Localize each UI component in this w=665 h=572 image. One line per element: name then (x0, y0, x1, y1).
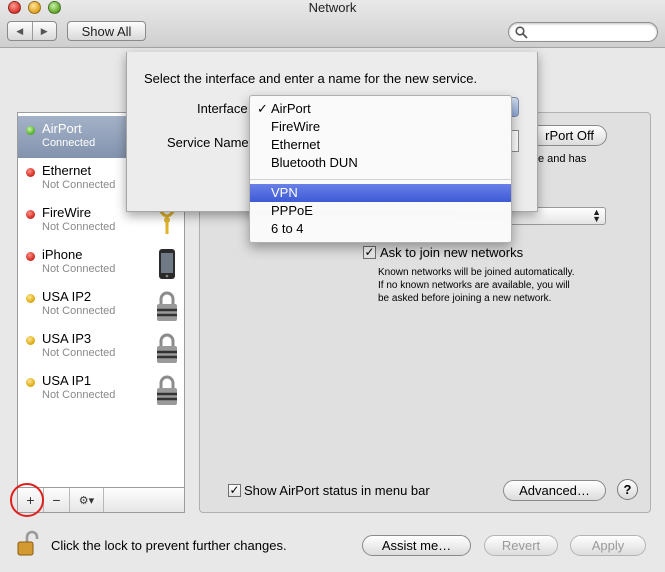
service-item-usa-ip2[interactable]: USA IP2 Not Connected (18, 284, 184, 326)
ask-join-desc-2: If no known networks are available, you … (378, 280, 570, 291)
help-button[interactable]: ? (617, 479, 638, 500)
show-all-button[interactable]: Show All (67, 21, 146, 41)
ask-join-checkbox[interactable]: ✓ (363, 246, 376, 259)
assist-me-button[interactable]: Assist me… (362, 535, 471, 556)
service-status: Not Connected (42, 179, 116, 191)
menu-item-label: AirPort (271, 101, 311, 116)
service-status: Connected (42, 137, 96, 149)
annotation-circle (10, 483, 44, 517)
menu-item-6to4[interactable]: 6 to 4 (250, 220, 511, 238)
service-name: USA IP2 (42, 289, 92, 304)
remove-service-button[interactable]: − (44, 488, 70, 512)
status-dot-icon (26, 294, 35, 303)
show-status-checkbox[interactable]: ✓ (228, 484, 241, 497)
iphone-icon (159, 249, 175, 279)
service-status: Not Connected (42, 305, 116, 317)
service-status: Not Connected (42, 389, 116, 401)
search-icon (515, 26, 528, 39)
advanced-button[interactable]: Advanced… (503, 480, 606, 501)
back-forward-control[interactable]: ◀ ▶ (7, 21, 57, 41)
status-dot-icon (26, 252, 35, 261)
service-item-usa-ip3[interactable]: USA IP3 Not Connected (18, 326, 184, 368)
service-item-iphone[interactable]: iPhone Not Connected (18, 242, 184, 284)
vpn-lock-icon (157, 291, 177, 321)
service-item-usa-ip1[interactable]: USA IP1 Not Connected (18, 368, 184, 410)
service-name: USA IP1 (42, 373, 92, 388)
service-name: iPhone (42, 247, 83, 262)
back-arrow-icon[interactable]: ◀ (8, 22, 33, 40)
service-name: Ethernet (42, 163, 92, 178)
menu-item-bluetooth-dun[interactable]: Bluetooth DUN (250, 154, 511, 172)
interface-menu: ✓ AirPort FireWire Ethernet Bluetooth DU… (249, 95, 512, 243)
window-toolbar: Network ◀ ▶ Show All (0, 0, 665, 48)
checkmark-icon: ✓ (257, 101, 268, 116)
apply-button[interactable]: Apply (570, 535, 646, 556)
unlocked-padlock-icon[interactable] (15, 530, 41, 556)
service-name: USA IP3 (42, 331, 92, 346)
stepper-arrows-icon: ▲ ▼ (592, 207, 601, 224)
menu-item-airport[interactable]: ✓ AirPort (250, 100, 511, 118)
ask-join-desc-1: Known networks will be joined automatica… (378, 267, 575, 278)
status-dot-icon (26, 168, 35, 177)
lock-instruction-text: Click the lock to prevent further change… (51, 538, 287, 553)
menu-item-vpn[interactable]: VPN (250, 184, 511, 202)
status-dot-icon (26, 210, 35, 219)
window-title: Network (308, 0, 357, 15)
interface-label: Interface (197, 101, 248, 116)
menu-item-pppoe[interactable]: PPPoE (250, 202, 511, 220)
service-status: Not Connected (42, 263, 116, 275)
vpn-lock-icon (157, 375, 177, 405)
status-dot-icon (26, 378, 35, 387)
forward-arrow-icon[interactable]: ▶ (33, 22, 57, 40)
ask-join-label: Ask to join new networks (380, 245, 524, 260)
ask-join-desc-3: be asked before joining a new network. (378, 293, 552, 304)
status-dot-icon (26, 126, 35, 135)
service-status: Not Connected (42, 221, 116, 233)
service-name: AirPort (42, 121, 82, 136)
service-name: FireWire (42, 205, 92, 220)
airport-description-text: e and has (538, 153, 587, 165)
service-name-label: Service Name (167, 135, 249, 150)
status-dot-icon (26, 336, 35, 345)
vpn-lock-icon (157, 333, 177, 363)
search-input[interactable] (508, 22, 658, 42)
menu-item-ethernet[interactable]: Ethernet (250, 136, 511, 154)
menu-item-firewire[interactable]: FireWire (250, 118, 511, 136)
action-gear-icon[interactable]: ⚙▾ (70, 488, 104, 512)
show-status-label: Show AirPort status in menu bar (244, 483, 430, 498)
menu-separator (250, 179, 511, 180)
revert-button[interactable]: Revert (484, 535, 558, 556)
service-status: Not Connected (42, 347, 116, 359)
sheet-instruction: Select the interface and enter a name fo… (144, 71, 478, 86)
